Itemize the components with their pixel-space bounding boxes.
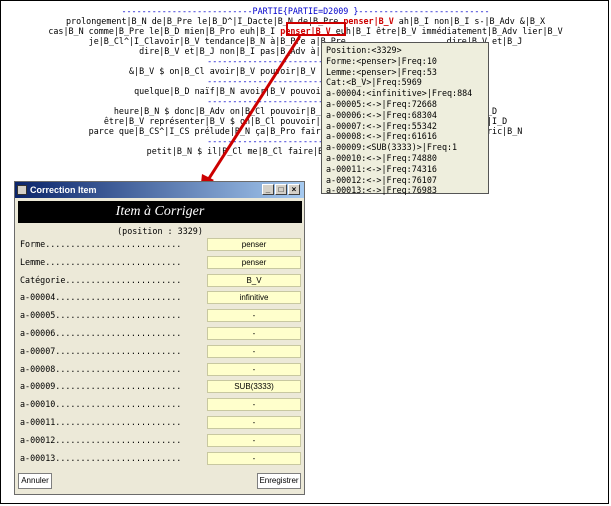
tooltip-line: Position:<3329> [326, 45, 402, 55]
field-label: a-00008......................... [20, 363, 182, 374]
partition-separator: --------------------------PARTIE{PARTIE [207, 136, 404, 146]
field-label: Forme........................... [20, 239, 182, 249]
tooltip-line: a-00005:<->|Freq:72668 [326, 98, 437, 109]
corpus-line: &|B_V $ on|B_Cl avoir|B_V pouvoir|B_V pe… [129, 66, 482, 76]
partition-separator: --------------------------PARTIE{PARTIE [207, 96, 404, 106]
field-row: Lemme........................... penser [20, 255, 302, 269]
tooltip-line: a-00008:<->|Freq:61616 [326, 131, 437, 142]
tooltip-line: Forme:<penser>|Freq:10 [326, 55, 437, 66]
field-value-input[interactable]: - [207, 451, 301, 465]
cancel-button[interactable]: Annuler [18, 473, 52, 489]
corpus-line: je|B_Cl^|I_Clavoir|B_V tendance|B_N à|B_… [88, 36, 523, 46]
dialog-titlebar[interactable]: Correction Item _ □ × [15, 182, 304, 198]
tooltip-line: a-00012:<->|Freq:76107 [326, 174, 437, 185]
field-label: a-00004......................... [20, 292, 182, 303]
field-value-input[interactable]: infinitive [207, 291, 301, 305]
corpus-line: quelque|B_D naïf|B_N avoir|B_V pouvoir|B… [134, 86, 477, 96]
field-row: a-00005......................... - [20, 309, 302, 323]
position-label: (position : 3329) [117, 226, 203, 236]
partition-separator: --------------------------PARTIE{PARTIE [207, 76, 404, 86]
field-value-input[interactable]: - [207, 309, 301, 323]
field-value-input[interactable]: penser [207, 238, 301, 251]
field-value-input[interactable]: B_V [207, 273, 301, 287]
corpus-line: parce que|B_CS^|I_CS prélude|B_N ça|B_Pr… [88, 126, 523, 136]
field-value-input[interactable]: - [207, 433, 301, 447]
corpus-line: petit|B_N $ il|B_Cl me|B_Cl faire|B_V pe… [146, 146, 465, 156]
field-value-input[interactable]: penser [207, 255, 301, 269]
field-label: Catégorie....................... [20, 274, 182, 285]
field-row: a-00006......................... - [20, 327, 302, 340]
field-row: a-00013......................... - [20, 451, 302, 465]
field-value-input[interactable]: - [207, 344, 301, 358]
word-info-tooltip: Position:<3329> Forme:<penser>|Freq:10 Lem… [321, 42, 489, 196]
tooltip-line: a-00013:<->|Freq:76983 [326, 185, 437, 196]
field-label: a-00011......................... [20, 417, 182, 427]
save-button[interactable]: Enregistrer [257, 473, 301, 489]
field-label: a-00007......................... [20, 345, 182, 356]
field-row: a-00004......................... infiniti… [20, 291, 302, 305]
field-label: a-00012......................... [20, 434, 182, 445]
tooltip-line: a-00010:<->|Freq:74880 [326, 152, 437, 163]
highlighted-token[interactable]: penser|B_V [343, 16, 393, 26]
close-button[interactable]: × [288, 184, 300, 195]
tooltip-line: Cat:<B_V>|Freq:5969 [326, 77, 422, 88]
app-icon [17, 185, 27, 195]
field-value-input[interactable]: SUB(3333) [207, 380, 301, 394]
minimize-button[interactable]: _ [262, 184, 274, 195]
field-row: Catégorie....................... B_V [20, 273, 302, 287]
field-label: Lemme........................... [20, 256, 182, 267]
partition-separator: --------------------------PARTIE{PARTIE=… [121, 6, 490, 16]
corpus-line: heure|B_N $ donc|B_Adv on|B_Cl pouvoir|B… [113, 106, 498, 116]
correction-item-dialog: Correction Item _ □ × Item à Corriger (p… [14, 181, 305, 495]
field-label: a-00006......................... [20, 328, 182, 338]
field-label: a-00013......................... [20, 452, 182, 463]
field-row: a-00009......................... SUB(3333… [20, 380, 302, 394]
field-row: a-00007......................... - [20, 344, 302, 358]
tooltip-line: a-00006:<->|Freq:68304 [326, 109, 437, 120]
field-label: a-00005......................... [20, 310, 182, 321]
corpus-line: être|B_V représenter|B_V $ on|B_Cl pouvo… [103, 116, 508, 126]
tooltip-line: a-00007:<->|Freq:55342 [326, 120, 437, 131]
field-row: a-00010......................... - [20, 398, 302, 412]
tooltip-line: Lemme:<penser>|Freq:53 [326, 66, 437, 77]
field-row: a-00008......................... - [20, 362, 302, 376]
field-value-input[interactable]: - [207, 327, 301, 340]
field-value-input[interactable]: - [207, 398, 301, 412]
tooltip-line: a-00004:<infinitive>|Freq:884 [326, 88, 473, 99]
field-value-input[interactable]: - [207, 362, 301, 376]
corpus-line: dire|B_V et|B_J non|B_I pas|B_Adv à|B_Pr… [139, 46, 472, 56]
tooltip-line: a-00011:<->|Freq:74316 [326, 163, 437, 174]
dialog-banner: Item à Corriger [18, 201, 302, 223]
field-label: a-00009......................... [20, 381, 182, 392]
partition-separator: --------------------------PARTIE{PARTIE [207, 56, 404, 66]
dialog-title: Correction Item [30, 185, 97, 195]
field-row: a-00012......................... - [20, 433, 302, 447]
tooltip-line: a-00009:<SUB(3333)>|Freq:1 [326, 142, 458, 153]
field-row: Forme........................... penser [20, 238, 302, 251]
field-row: a-00011......................... - [20, 416, 302, 429]
field-value-input[interactable]: - [207, 416, 301, 429]
selected-word-highlight[interactable] [286, 22, 346, 36]
maximize-button[interactable]: □ [275, 184, 287, 195]
field-label: a-00010......................... [20, 399, 182, 410]
